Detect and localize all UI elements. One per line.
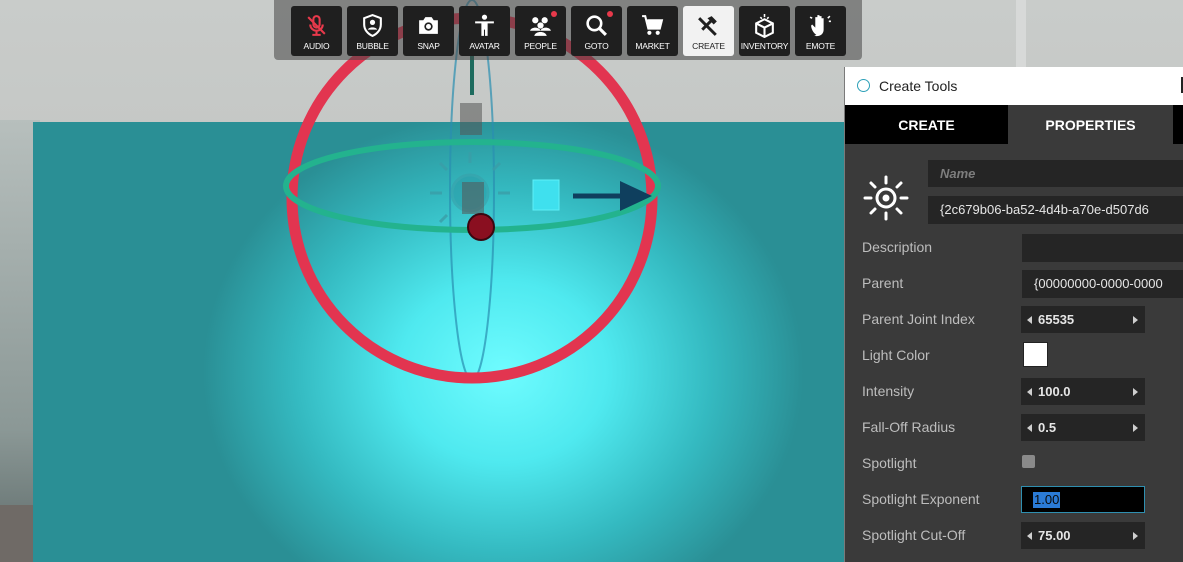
goto-button[interactable]: GOTO bbox=[571, 6, 622, 56]
market-label: MARKET bbox=[635, 41, 670, 51]
parent-input[interactable]: {00000000-0000-0000 bbox=[1022, 270, 1183, 298]
spotlight-label: Spotlight bbox=[862, 455, 917, 471]
muted-mic-icon bbox=[307, 15, 326, 36]
shield-person-icon bbox=[363, 13, 382, 38]
inventory-button[interactable]: INVENTORY bbox=[739, 6, 790, 56]
goto-label: GOTO bbox=[584, 41, 609, 51]
app-logo-icon bbox=[857, 79, 870, 92]
snap-label: SNAP bbox=[417, 41, 440, 51]
create-button[interactable]: CREATE bbox=[683, 6, 734, 56]
decrement-arrow-icon[interactable] bbox=[1027, 316, 1032, 324]
spotlight-exponent-value: 1.00 bbox=[1033, 492, 1061, 508]
side-scale-handle[interactable] bbox=[532, 179, 560, 211]
top-toolbar: AUDIO BUBBLE SNAP AVATAR PEOPLE GOTO MAR… bbox=[274, 0, 862, 60]
falloff-radius-stepper[interactable]: 0.5 bbox=[1021, 414, 1145, 441]
increment-arrow-icon[interactable] bbox=[1133, 316, 1138, 324]
vertical-scale-handle[interactable] bbox=[460, 103, 482, 135]
magnifier-icon bbox=[586, 15, 607, 36]
people-icon bbox=[530, 17, 551, 36]
description-input[interactable] bbox=[1022, 234, 1183, 262]
panel-title: Create Tools bbox=[879, 78, 958, 94]
snap-button[interactable]: SNAP bbox=[403, 6, 454, 56]
panel-titlebar[interactable]: Create Tools bbox=[845, 67, 1183, 105]
increment-arrow-icon[interactable] bbox=[1133, 388, 1138, 396]
decrement-arrow-icon[interactable] bbox=[1027, 424, 1032, 432]
spotlight-exponent-label: Spotlight Exponent bbox=[862, 491, 980, 507]
emote-button[interactable]: EMOTE bbox=[795, 6, 846, 56]
emote-label: EMOTE bbox=[805, 41, 836, 51]
parent-joint-index-value: 65535 bbox=[1038, 312, 1075, 327]
falloff-radius-value: 0.5 bbox=[1038, 420, 1057, 435]
increment-arrow-icon[interactable] bbox=[1133, 424, 1138, 432]
light-bulb-sun-icon bbox=[863, 175, 909, 221]
create-label: CREATE bbox=[692, 41, 725, 51]
bubble-button[interactable]: BUBBLE bbox=[347, 6, 398, 56]
parent-joint-index-label: Parent Joint Index bbox=[862, 311, 975, 327]
intensity-value: 100.0 bbox=[1038, 384, 1071, 399]
goto-notification-badge bbox=[607, 11, 613, 17]
panel-tabs: CREATE PROPERTIES bbox=[845, 105, 1183, 144]
box-icon bbox=[755, 14, 774, 38]
parent-label: Parent bbox=[862, 275, 904, 291]
decrement-arrow-icon[interactable] bbox=[1027, 388, 1032, 396]
person-icon bbox=[475, 14, 494, 36]
create-tools-panel: Create Tools CREATE PROPERTIES Name {2c6… bbox=[844, 67, 1183, 562]
tab-properties[interactable]: PROPERTIES bbox=[1008, 105, 1173, 144]
people-label: PEOPLE bbox=[524, 41, 557, 51]
people-notification-badge bbox=[551, 11, 557, 17]
description-label: Description bbox=[862, 239, 933, 255]
avatar-label: AVATAR bbox=[469, 41, 500, 51]
market-button[interactable]: MARKET bbox=[627, 6, 678, 56]
tab-create[interactable]: CREATE bbox=[845, 105, 1008, 144]
spotlight-checkbox[interactable] bbox=[1022, 455, 1035, 468]
hand-wave-icon bbox=[809, 15, 831, 37]
falloff-radius-label: Fall-Off Radius bbox=[862, 419, 956, 435]
inventory-label: INVENTORY bbox=[740, 41, 789, 51]
cart-icon bbox=[642, 15, 664, 35]
entity-id-field[interactable]: {2c679b06-ba52-4d4b-a70e-d507d6 bbox=[928, 196, 1183, 224]
light-color-swatch[interactable] bbox=[1023, 342, 1048, 367]
tab-strip-edge bbox=[1173, 105, 1183, 144]
intensity-label: Intensity bbox=[862, 383, 915, 399]
bubble-label: BUBBLE bbox=[356, 41, 389, 51]
spotlight-cutoff-stepper[interactable]: 75.00 bbox=[1021, 522, 1145, 549]
center-sphere-handle[interactable] bbox=[467, 213, 495, 241]
people-button[interactable]: PEOPLE bbox=[515, 6, 566, 56]
audio-button[interactable]: AUDIO bbox=[291, 6, 342, 56]
tools-icon bbox=[698, 16, 717, 36]
parent-value: {00000000-0000-0000 bbox=[1034, 276, 1163, 291]
spotlight-exponent-input[interactable]: 1.00 bbox=[1021, 486, 1145, 513]
avatar-button[interactable]: AVATAR bbox=[459, 6, 510, 56]
increment-arrow-icon[interactable] bbox=[1133, 532, 1138, 540]
parent-joint-index-stepper[interactable]: 65535 bbox=[1021, 306, 1145, 333]
spotlight-cutoff-label: Spotlight Cut-Off bbox=[862, 527, 966, 543]
camera-icon bbox=[419, 17, 438, 34]
audio-label: AUDIO bbox=[303, 41, 330, 51]
intensity-stepper[interactable]: 100.0 bbox=[1021, 378, 1145, 405]
center-scale-handle[interactable] bbox=[462, 182, 484, 214]
spotlight-cutoff-value: 75.00 bbox=[1038, 528, 1071, 543]
name-input[interactable]: Name bbox=[928, 160, 1183, 187]
light-color-label: Light Color bbox=[862, 347, 930, 363]
decrement-arrow-icon[interactable] bbox=[1027, 532, 1032, 540]
